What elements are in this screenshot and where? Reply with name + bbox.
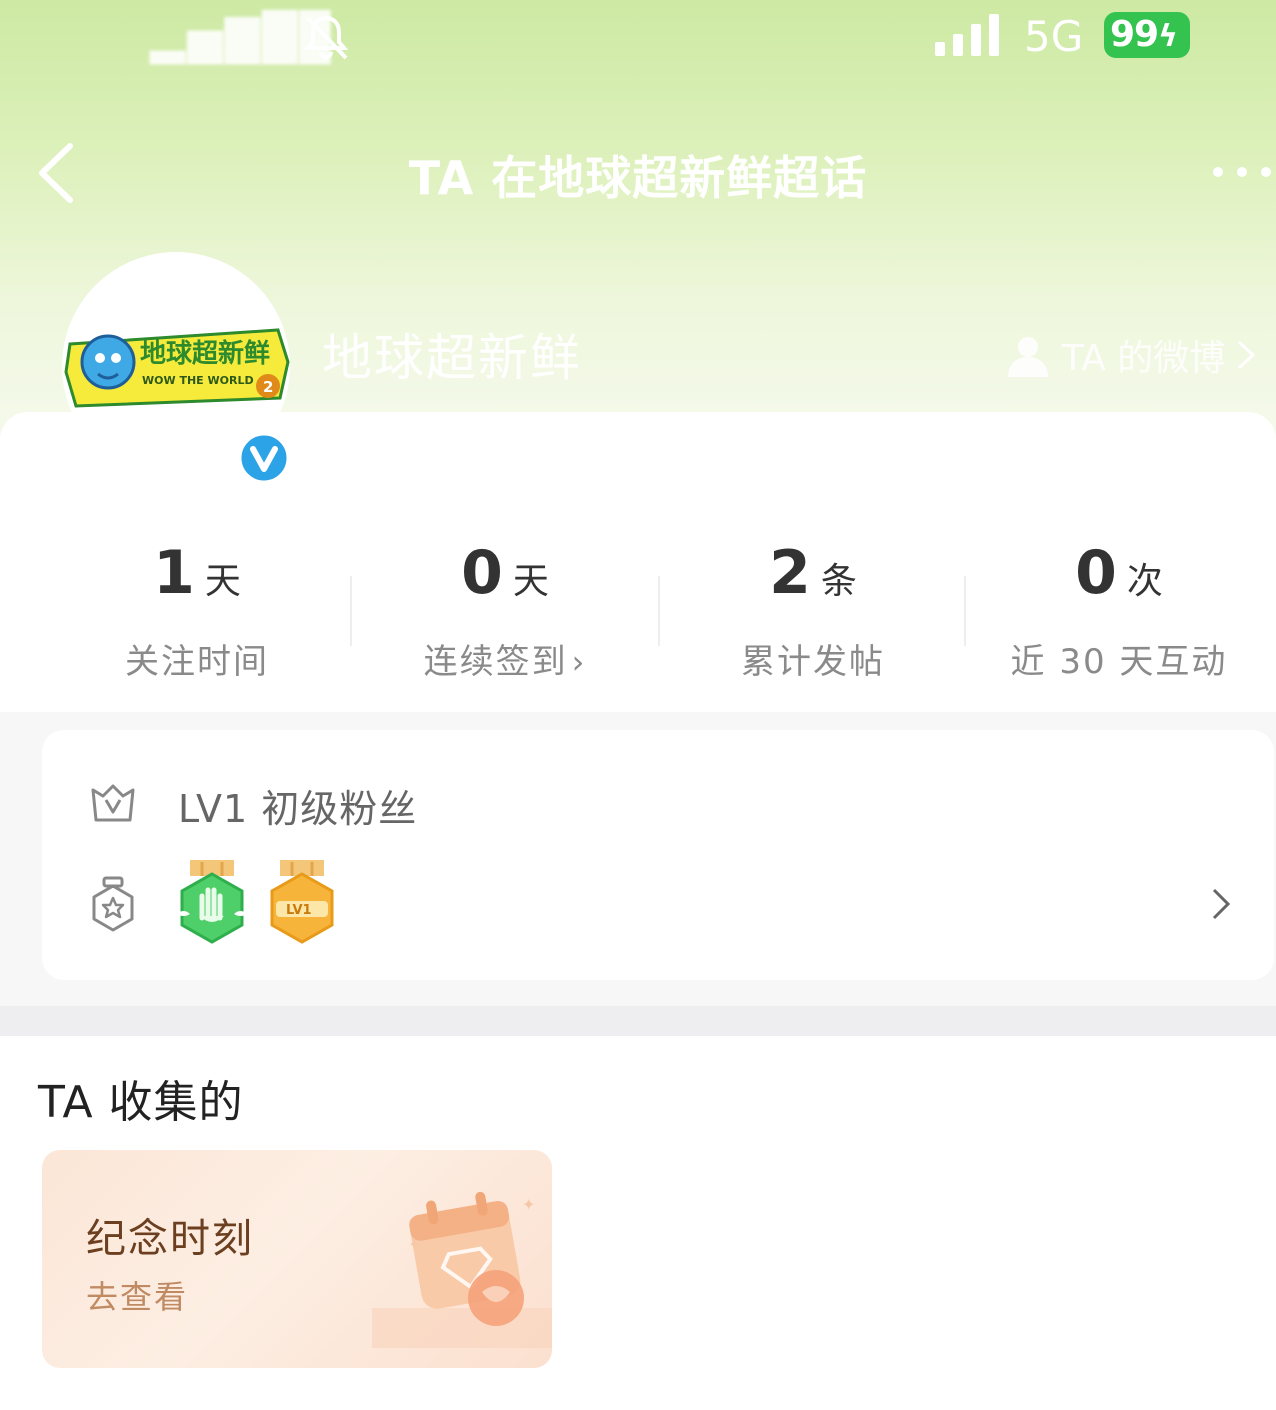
avatar-logo-season: 2	[263, 378, 273, 396]
stat-label: 关注时间	[44, 634, 350, 683]
stat-total-posts: 2条 累计发帖	[660, 538, 966, 683]
lv1-badge-icon[interactable]: LV1	[266, 858, 338, 948]
charging-bolt-icon: ϟ	[1158, 19, 1178, 54]
stat-label-text: 关注时间	[125, 642, 269, 682]
stat-interactions: 0次 近 30 天互动	[966, 538, 1272, 683]
profile-name: 地球超新鲜	[322, 329, 582, 387]
hand-badge-icon[interactable]	[176, 858, 248, 948]
stat-label-text: 累计发帖	[741, 642, 885, 682]
stat-label: 连续签到 ›	[352, 634, 658, 683]
memory-moments-card[interactable]: 纪念时刻 去查看 ✦ ✦	[42, 1150, 552, 1368]
person-icon	[1008, 337, 1048, 377]
avatar-logo: 地球超新鲜 WOW THE WORLD 2	[64, 328, 290, 408]
more-icon[interactable]	[1208, 160, 1276, 184]
weibo-link[interactable]: TA 的微博	[1006, 330, 1257, 380]
memory-card-action[interactable]: 去查看	[86, 1272, 188, 1318]
svg-text:✦: ✦	[522, 1195, 535, 1214]
status-bar: ▂▅▇█▉ 5G 99ϟ	[0, 0, 1276, 80]
stat-value: 0	[1075, 538, 1117, 608]
chevron-right-icon: ›	[571, 643, 587, 681]
calendar-heart-icon: ✦ ✦	[372, 1191, 552, 1348]
stat-unit: 次	[1126, 561, 1163, 602]
stat-value: 1	[153, 538, 195, 608]
fan-level: LV1 初级粉丝	[178, 787, 418, 831]
svg-text:✦: ✦	[408, 1235, 421, 1254]
chevron-right-icon	[1238, 340, 1256, 370]
avatar-logo-text: 地球超新鲜	[140, 338, 270, 369]
lv1-badge-text: LV1	[286, 903, 312, 918]
crown-icon	[91, 784, 135, 822]
stat-label: 近 30 天互动	[966, 634, 1272, 683]
stat-unit: 天	[512, 561, 549, 602]
bell-muted-icon	[303, 15, 349, 60]
battery-level: 99	[1110, 14, 1159, 55]
stat-label-text: 连续签到	[423, 642, 568, 682]
signal-icon	[935, 14, 999, 56]
stat-label-text: 近 30 天互动	[1010, 642, 1228, 682]
memory-card-title: 纪念时刻	[86, 1216, 254, 1262]
stat-unit: 天	[204, 561, 241, 602]
weibo-link-label: TA 的微博	[1062, 338, 1226, 379]
page-title: TA 在地球超新鲜超话	[408, 151, 868, 205]
stat-value: 0	[461, 538, 503, 608]
stat-unit: 条	[820, 561, 857, 602]
battery-indicator: 99ϟ	[1104, 12, 1190, 58]
stat-follow-time: 1天 关注时间	[44, 538, 350, 683]
verified-icon	[238, 432, 290, 484]
collection-title: TA 收集的	[38, 1077, 244, 1128]
section-separator	[0, 1006, 1276, 1036]
stat-label: 累计发帖	[660, 634, 966, 683]
avatar-logo-subtext: WOW THE WORLD	[142, 374, 254, 387]
chevron-right-icon[interactable]	[1210, 886, 1232, 922]
medal-icon	[92, 876, 134, 932]
stat-checkin-streak[interactable]: 0天 连续签到 ›	[352, 538, 658, 683]
network-type: 5G	[1024, 12, 1084, 61]
stat-value: 2	[769, 538, 811, 608]
